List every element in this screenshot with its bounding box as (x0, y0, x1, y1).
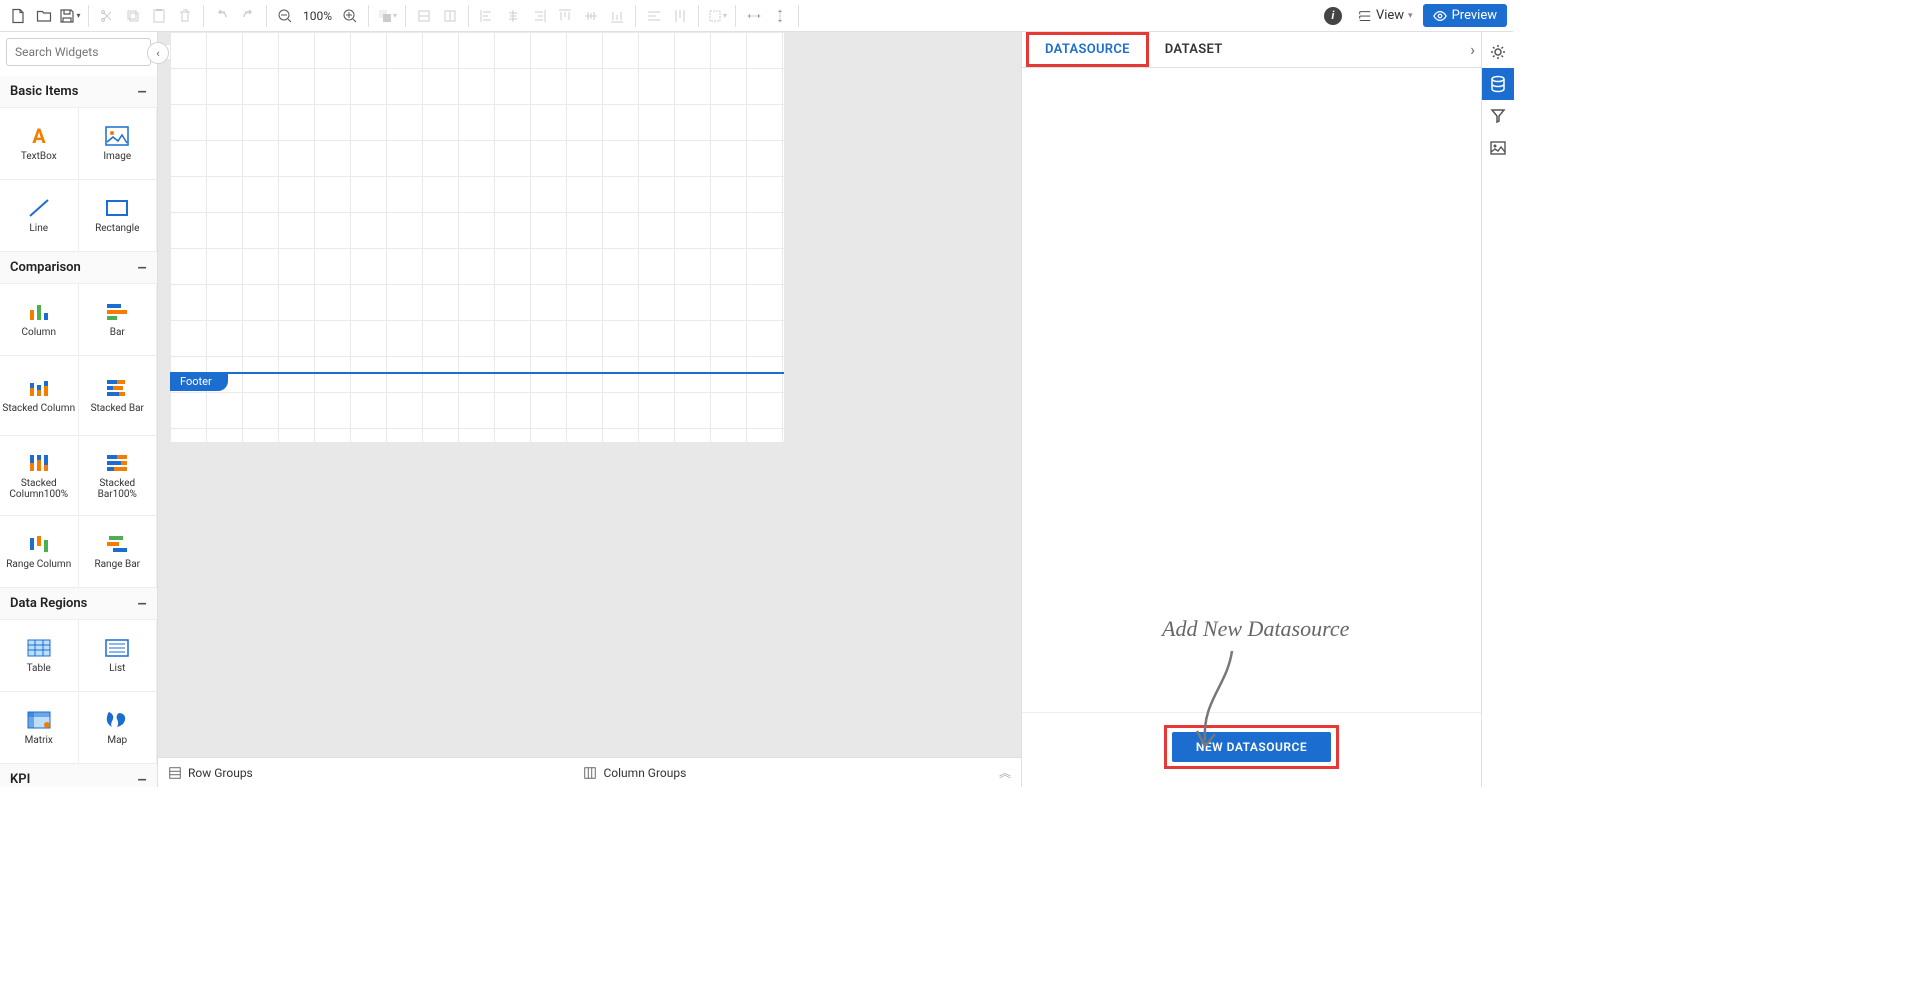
collapse-icon: – (137, 258, 147, 277)
hint-text: Add New Datasource (1162, 616, 1349, 642)
svg-text:A: A (32, 125, 46, 147)
data-panel-body: Add New Datasource (1022, 68, 1481, 712)
open-folder-icon[interactable] (32, 4, 56, 28)
widget-matrix[interactable]: Matrix (0, 692, 79, 764)
data-panel-footer: NEW DATASOURCE (1022, 712, 1481, 787)
widget-range-column[interactable]: Range Column (0, 516, 79, 588)
widget-textbox[interactable]: A TextBox (0, 108, 79, 180)
data-panel: DATASOURCE DATASET › Add New Datasource … (1021, 32, 1481, 787)
image-manager-tab-icon[interactable] (1482, 132, 1514, 164)
category-comparison[interactable]: Comparison– (0, 252, 157, 284)
widget-stacked-bar-100[interactable]: Stacked Bar100% (79, 436, 158, 516)
widget-rectangle[interactable]: Rectangle (79, 180, 158, 252)
view-label: View (1376, 8, 1404, 23)
category-data-regions[interactable]: Data Regions– (0, 588, 157, 620)
size-v-icon[interactable] (768, 4, 792, 28)
widget-table[interactable]: Table (0, 620, 79, 692)
search-widgets[interactable] (6, 38, 151, 66)
align-left-icon[interactable] (475, 4, 499, 28)
zoom-level: 100% (299, 9, 336, 23)
collapse-icon: – (137, 594, 147, 613)
align-center-icon[interactable] (501, 4, 525, 28)
info-icon[interactable]: i (1324, 7, 1342, 25)
send-back-icon[interactable]: ▾ (375, 4, 399, 28)
data-panel-tabs: DATASOURCE DATASET › (1022, 32, 1481, 68)
zoom-in-icon[interactable] (338, 4, 362, 28)
widget-stacked-bar[interactable]: Stacked Bar (79, 356, 158, 436)
preview-button[interactable]: Preview (1423, 4, 1507, 27)
collapse-icon: – (137, 770, 147, 787)
distribute-v-icon[interactable] (668, 4, 692, 28)
widget-image[interactable]: Image (79, 108, 158, 180)
size-h-icon[interactable] (742, 4, 766, 28)
canvas-area: Footer Row Groups Column Groups ︽ (158, 32, 1021, 787)
collapse-right-icon[interactable]: › (1470, 40, 1475, 59)
report-page[interactable]: Footer (170, 32, 784, 442)
align-middle-icon[interactable] (579, 4, 603, 28)
distribute-h-icon[interactable] (642, 4, 666, 28)
widget-bar[interactable]: Bar (79, 284, 158, 356)
data-tab-icon[interactable] (1482, 68, 1514, 100)
collapse-panel-button[interactable]: ‹ (147, 42, 169, 64)
selection-icon[interactable]: ▾ (705, 4, 729, 28)
footer-divider (170, 372, 784, 374)
row-groups-icon (168, 766, 182, 780)
delete-icon[interactable] (173, 4, 197, 28)
row-groups[interactable]: Row Groups (168, 766, 583, 780)
undo-icon[interactable] (210, 4, 234, 28)
collapse-icon: – (137, 82, 147, 101)
footer-section-label[interactable]: Footer (170, 372, 228, 391)
category-basic-items[interactable]: Basic Items– (0, 76, 157, 108)
paste-icon[interactable] (147, 4, 171, 28)
widget-panel: ‹ Basic Items– A TextBox Image Line (0, 32, 158, 787)
top-toolbar: ▾ 100% ▾ ▾ i View ▾ Preview (0, 0, 1513, 32)
widget-stacked-column-100[interactable]: Stacked Column100% (0, 436, 79, 516)
widget-map[interactable]: Map (79, 692, 158, 764)
main-area: ‹ Basic Items– A TextBox Image Line (0, 32, 1513, 787)
tab-datasource[interactable]: DATASOURCE (1026, 32, 1149, 67)
column-groups-icon (583, 766, 597, 780)
zoom-out-icon[interactable] (273, 4, 297, 28)
groups-bar: Row Groups Column Groups ︽ (158, 757, 1021, 787)
canvas-scroll[interactable]: Footer (158, 32, 1021, 757)
copy-icon[interactable] (121, 4, 145, 28)
widget-line[interactable]: Line (0, 180, 79, 252)
widget-column[interactable]: Column (0, 284, 79, 356)
widget-range-bar[interactable]: Range Bar (79, 516, 158, 588)
align-bottom-icon[interactable] (605, 4, 629, 28)
right-icon-strip (1481, 32, 1513, 787)
cut-icon[interactable] (95, 4, 119, 28)
tab-dataset[interactable]: DATASET (1149, 32, 1239, 67)
new-file-icon[interactable] (6, 4, 30, 28)
view-dropdown[interactable]: View ▾ (1350, 5, 1421, 26)
parameters-tab-icon[interactable] (1482, 100, 1514, 132)
column-groups[interactable]: Column Groups (583, 766, 998, 780)
properties-tab-icon[interactable] (1482, 36, 1514, 68)
hint-arrow-icon (1187, 646, 1247, 756)
align-right-icon[interactable] (527, 4, 551, 28)
expand-groups-icon[interactable]: ︽ (999, 764, 1011, 781)
widget-stacked-column[interactable]: Stacked Column (0, 356, 79, 436)
widget-list[interactable]: List (79, 620, 158, 692)
save-icon[interactable]: ▾ (58, 4, 82, 28)
align-top-icon[interactable] (553, 4, 577, 28)
preview-label: Preview (1452, 8, 1497, 23)
redo-icon[interactable] (236, 4, 260, 28)
align-group-1-icon[interactable] (412, 4, 436, 28)
align-group-2-icon[interactable] (438, 4, 462, 28)
category-kpi[interactable]: KPI– (0, 764, 157, 787)
